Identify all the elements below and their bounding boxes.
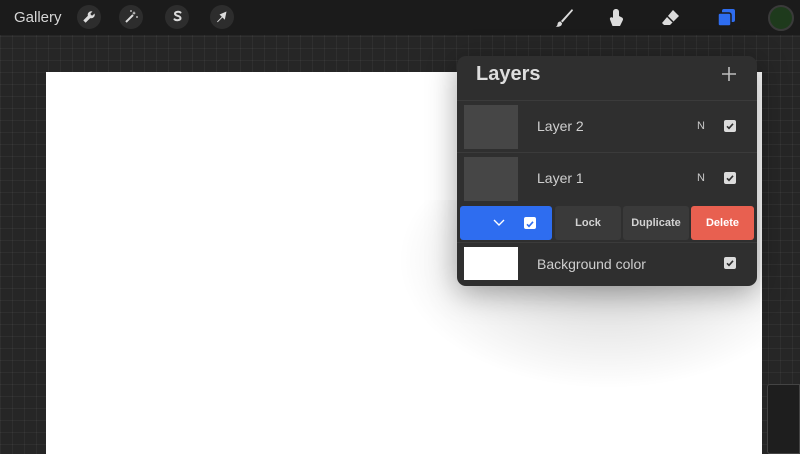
- layer-row-layer-2[interactable]: Layer 2 N: [457, 100, 757, 152]
- magic-wand-icon[interactable]: [119, 5, 143, 29]
- background-color-swatch[interactable]: [464, 247, 518, 280]
- layer-row-layer-1[interactable]: Layer 1 N: [457, 152, 757, 204]
- layer-swipe-actions: Lock Duplicate Delete: [460, 206, 754, 242]
- visibility-checkbox[interactable]: [524, 217, 536, 229]
- smudge-icon[interactable]: [604, 6, 628, 30]
- sidebar-handle[interactable]: [767, 384, 800, 454]
- layer-name: Layer 1: [537, 170, 584, 186]
- duplicate-button[interactable]: Duplicate: [623, 206, 689, 240]
- delete-button[interactable]: Delete: [691, 206, 754, 240]
- visibility-checkbox[interactable]: [724, 257, 736, 269]
- chevron-down-icon[interactable]: [492, 216, 506, 230]
- visibility-checkbox[interactable]: [724, 120, 736, 132]
- transform-arrow-icon[interactable]: [210, 5, 234, 29]
- layers-panel: Layers Layer 2 N Layer 1 N Lock Duplicat…: [457, 56, 757, 286]
- selection-s-icon[interactable]: [165, 5, 189, 29]
- layers-icon[interactable]: [714, 6, 738, 30]
- selected-layer-handle[interactable]: [460, 206, 552, 240]
- blend-mode-button[interactable]: N: [697, 120, 705, 132]
- lock-button[interactable]: Lock: [555, 206, 621, 240]
- brush-icon[interactable]: [552, 6, 576, 30]
- blend-mode-button[interactable]: N: [697, 172, 705, 184]
- layer-name: Background color: [537, 256, 646, 272]
- plus-icon[interactable]: [719, 64, 739, 84]
- layer-thumbnail[interactable]: [464, 157, 518, 201]
- layer-row-background[interactable]: Background color: [457, 242, 757, 286]
- color-picker-button[interactable]: [768, 5, 794, 31]
- layers-panel-title: Layers: [476, 63, 541, 85]
- eraser-icon[interactable]: [659, 6, 683, 30]
- wrench-icon[interactable]: [77, 5, 101, 29]
- layer-name: Layer 2: [537, 118, 584, 134]
- visibility-checkbox[interactable]: [724, 172, 736, 184]
- gallery-button[interactable]: Gallery: [14, 9, 62, 26]
- top-toolbar: Gallery: [0, 0, 800, 35]
- layer-thumbnail[interactable]: [464, 105, 518, 149]
